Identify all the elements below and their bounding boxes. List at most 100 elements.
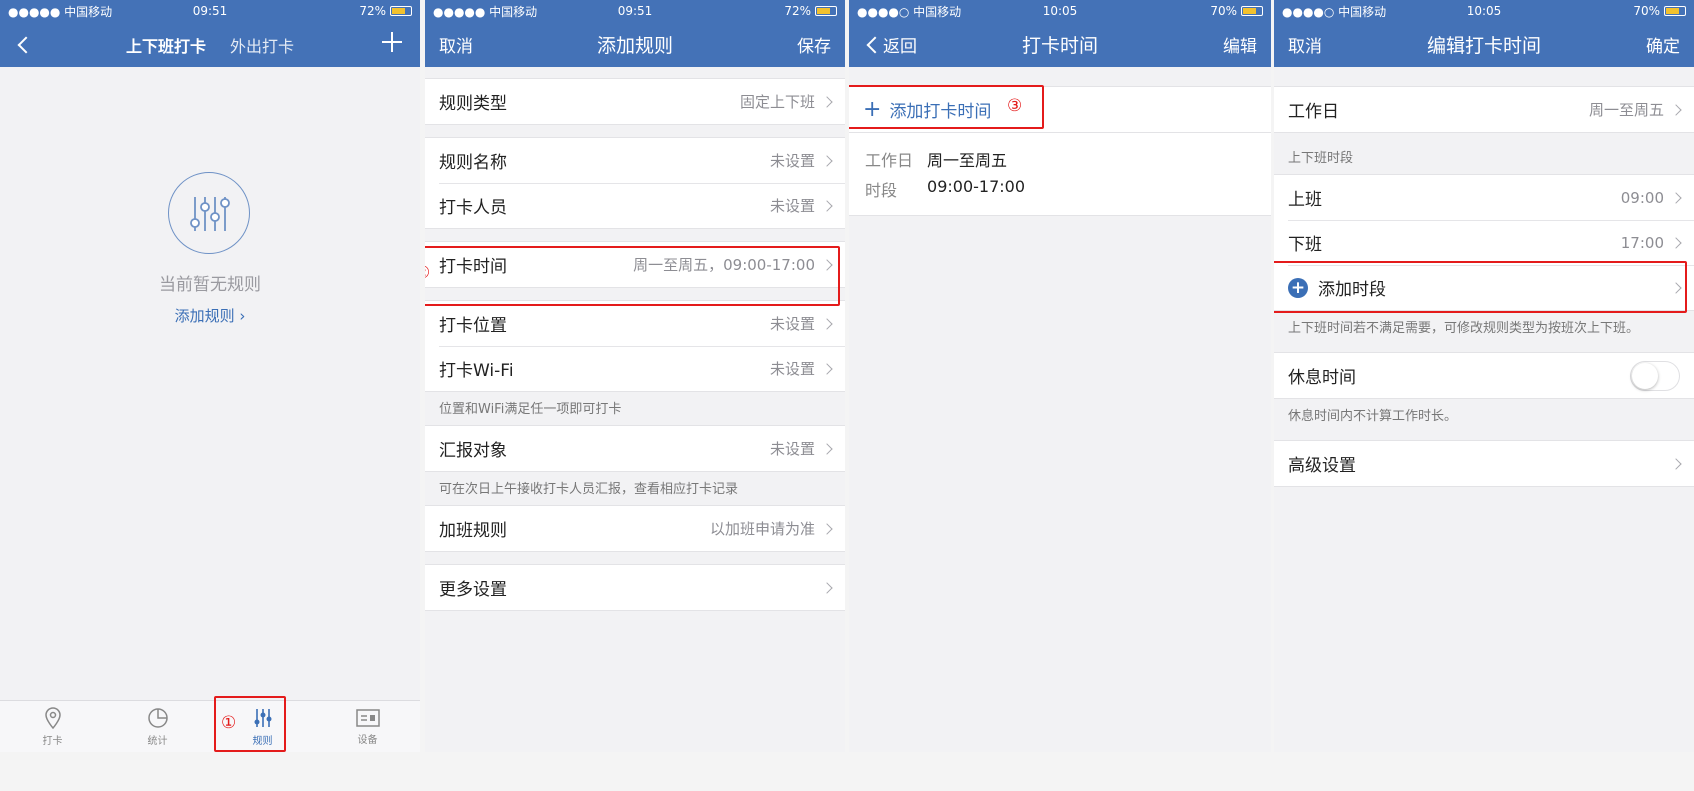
row-off-duty[interactable]: 下班 17:00 [1274,220,1694,265]
back-button[interactable]: 返回 [863,32,917,57]
rule-type-group: 规则类型 固定上下班 [425,78,845,125]
tab-label: 打卡 [42,735,63,747]
row-label: 打卡位置 [439,316,507,336]
status-bar: ●●●●○ 中国移动 10:05 70% [1274,0,1694,22]
row-value: 未设置 [769,360,815,378]
device-icon [355,708,380,727]
carrier-label: ●●●●○ 中国移动 [1282,4,1387,19]
battery-icon [1664,6,1686,16]
row-label: 打卡人员 [439,198,507,218]
row-label: 汇报对象 [439,441,507,461]
chevron-right-icon [1670,191,1682,204]
row-label: 规则类型 [439,94,507,114]
battery-percent: 70% [1210,4,1237,18]
row-location[interactable]: 打卡位置 未设置 [425,301,845,346]
battery-percent: 72% [359,4,386,18]
chevron-right-icon [821,95,833,108]
row-label: 工作日 [1288,102,1339,122]
battery-icon [815,6,837,16]
row-overtime[interactable]: 加班规则 以加班申请为准 [425,506,845,551]
add-icon[interactable] [382,32,402,52]
row-advanced-settings[interactable]: 高级设置 [1274,441,1694,486]
wifi-note: 位置和WiFi满足任一项即可打卡 [439,402,622,417]
row-rule-name[interactable]: 规则名称 未设置 [425,138,845,183]
tab-devices[interactable]: 设备 [315,701,420,752]
time-rule-card[interactable]: 工作日 周一至周五 时段 09:00-17:00 [849,133,1271,216]
tab-punch[interactable]: 打卡 [0,701,105,752]
step-marker-2: ② [425,263,430,283]
panel-punch-time: ●●●●○ 中国移动 10:05 70% 返回 打卡时间 编辑 + 添加打卡时间 [849,0,1271,752]
row-label: 加班规则 [439,521,507,541]
period-label: 时段 [865,181,898,200]
highlight-box-2 [425,246,840,306]
panel-attendance-home: ●●●●● 中国移动 09:51 72% 上下班打卡 外出打卡 当前暂无规则 添… [0,0,420,752]
tab-commute-punch[interactable]: 上下班打卡 [126,33,206,57]
back-label: 返回 [883,37,917,57]
panel-edit-punch-time: ●●●●○ 中国移动 10:05 70% 取消 编辑打卡时间 确定 工作日 周一… [1274,0,1694,752]
empty-state-text: 当前暂无规则 [159,275,261,295]
row-members[interactable]: 打卡人员 未设置 [425,183,845,228]
segment-tabs: 上下班打卡 外出打卡 [0,22,420,67]
chevron-right-icon [821,154,833,167]
row-value: 未设置 [769,197,815,215]
chevron-right-icon [1670,103,1682,116]
row-value: 未设置 [769,152,815,170]
row-on-duty[interactable]: 上班 09:00 [1274,175,1694,220]
rule-basic-group: 规则名称 未设置 打卡人员 未设置 [425,137,845,229]
row-value: 09:00 [1620,188,1664,207]
row-value: 17:00 [1620,233,1664,252]
edit-button[interactable]: 编辑 [1223,32,1257,57]
row-label: 高级设置 [1288,456,1356,476]
row-label: 上班 [1288,190,1322,210]
location-pin-icon [44,706,61,729]
nav-bar: 取消 编辑打卡时间 确定 [1274,22,1694,67]
row-value: 以加班申请为准 [709,520,815,538]
chevron-right-icon [821,199,833,212]
tab-outside-punch[interactable]: 外出打卡 [230,33,294,57]
chevron-right-icon [821,317,833,330]
sliders-icon [168,172,250,254]
report-note: 可在次日上午接收打卡人员汇报，查看相应打卡记录 [439,482,739,497]
chevron-left-icon [866,36,884,53]
add-period-note: 上下班时间若不满足需要，可修改规则类型为按班次上下班。 [1288,321,1640,336]
row-more-settings[interactable]: 更多设置 [425,565,845,610]
cancel-button[interactable]: 取消 [1288,32,1322,57]
status-bar: ●●●●● 中国移动 09:51 72% [0,0,420,22]
screenshot-stage: ●●●●● 中国移动 09:51 72% 上下班打卡 外出打卡 当前暂无规则 添… [0,0,1694,791]
carrier-label: ●●●●● 中国移动 [433,4,538,19]
battery-percent: 70% [1633,4,1660,18]
row-report[interactable]: 汇报对象 未设置 [425,426,845,471]
period-value: 09:00-17:00 [927,177,1026,196]
save-button[interactable]: 保存 [797,32,831,57]
rest-note: 休息时间内不计算工作时长。 [1288,409,1458,424]
row-wifi[interactable]: 打卡Wi-Fi 未设置 [425,346,845,391]
rest-time-toggle[interactable] [1630,360,1680,391]
overtime-group: 加班规则 以加班申请为准 [425,505,845,552]
row-label: 打卡Wi-Fi [439,361,514,381]
status-bar: ●●●●○ 中国移动 10:05 70% [849,0,1271,22]
chevron-right-icon [821,581,833,594]
step-marker-1: ① [221,713,237,733]
confirm-button[interactable]: 确定 [1646,32,1680,57]
advanced-group: 高级设置 [1274,440,1694,487]
more-settings-group: 更多设置 [425,564,845,611]
battery-icon [1241,6,1263,16]
chevron-right-icon [821,362,833,375]
row-label: 规则名称 [439,153,507,173]
battery-percent: 72% [784,4,811,18]
chevron-right-icon [821,522,833,535]
row-rule-type[interactable]: 规则类型 固定上下班 [425,79,845,124]
workday-group: 工作日 周一至周五 [1274,86,1694,133]
nav-bar: 取消 添加规则 保存 [425,22,845,67]
row-workday[interactable]: 工作日 周一至周五 [1274,87,1694,132]
tab-stats[interactable]: 统计 [105,701,210,752]
row-value: 未设置 [769,440,815,458]
tab-label: 设备 [357,734,378,746]
bottom-tab-bar: 打卡 统计 规则 设备 [0,700,420,752]
cancel-button[interactable]: 取消 [439,32,473,57]
add-rule-link[interactable]: 添加规则 › [0,305,420,326]
punch-location-group: 打卡位置 未设置 打卡Wi-Fi 未设置 [425,300,845,392]
nav-bar: 返回 打卡时间 编辑 [849,22,1271,67]
battery-icon [390,6,412,16]
tab-label: 统计 [147,735,168,747]
